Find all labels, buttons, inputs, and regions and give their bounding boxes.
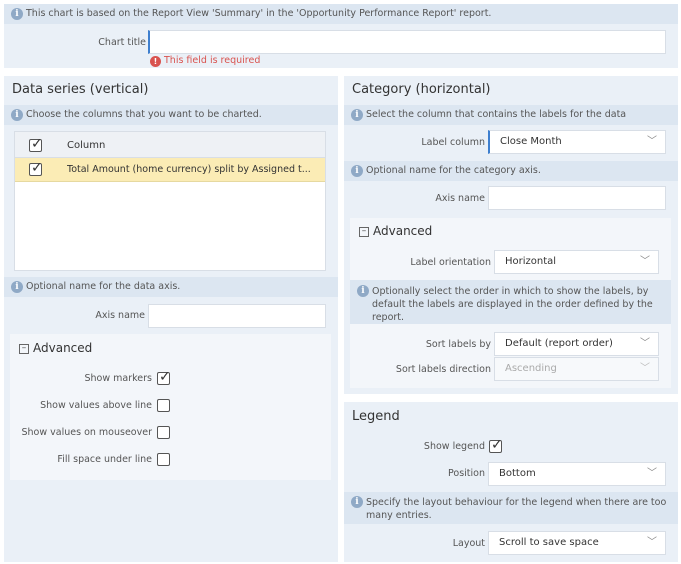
label-column-select[interactable]: Close Month ﹀: [488, 130, 666, 154]
chart-title-panel: i This chart is based on the Report View…: [4, 4, 678, 68]
category-advanced: – Advanced Label orientation Horizontal …: [350, 218, 671, 388]
data-series-title: Data series (vertical): [12, 82, 149, 97]
layout-label: Layout: [452, 538, 485, 549]
show-values-mouseover-checkbox[interactable]: [157, 426, 170, 439]
sort-labels-direction-select[interactable]: Ascending ﹀: [494, 357, 659, 381]
data-axis-name-label: Axis name: [95, 310, 145, 321]
label-orientation-select[interactable]: Horizontal ﹀: [494, 250, 659, 274]
chart-title-label: Chart title: [98, 37, 146, 48]
legend-panel: Legend Show legend ✓ Position Bottom ﹀ i…: [344, 402, 678, 562]
data-axis-info-text: Optional name for the data axis.: [26, 281, 181, 292]
show-legend-label: Show legend: [423, 441, 485, 452]
fill-space-label: Fill space under line: [57, 454, 152, 465]
category-title: Category (horizontal): [352, 82, 491, 97]
sort-labels-direction-value: Ascending: [505, 363, 557, 374]
report-info-text: This chart is based on the Report View '…: [26, 8, 492, 19]
label-orientation-value: Horizontal: [505, 256, 557, 267]
row-checkbox[interactable]: ✓: [29, 160, 43, 176]
show-values-above-label: Show values above line: [40, 400, 152, 411]
info-icon: i: [11, 281, 23, 293]
data-series-advanced: – Advanced Show markers ✓ Show values ab…: [10, 334, 331, 480]
info-icon: i: [351, 165, 363, 177]
chevron-down-icon: ﹀: [640, 256, 650, 267]
select-all-checkbox[interactable]: ✓: [29, 136, 43, 152]
label-column-value: Close Month: [500, 136, 562, 147]
sort-labels-by-label: Sort labels by: [425, 339, 491, 350]
collapse-icon[interactable]: –: [19, 344, 29, 354]
info-icon: i: [11, 8, 23, 20]
chevron-down-icon: ﹀: [647, 537, 657, 548]
sort-info-text: Optionally select the order in which to …: [372, 286, 653, 323]
show-values-mouseover-label: Show values on mouseover: [21, 427, 153, 438]
show-markers-label: Show markers: [84, 373, 153, 384]
show-values-above-checkbox[interactable]: [157, 399, 170, 412]
data-axis-info-bar: i Optional name for the data axis.: [4, 277, 338, 297]
chart-title-error: This field is required: [164, 55, 261, 66]
report-info-bar: i This chart is based on the Report View…: [4, 4, 678, 24]
category-advanced-title: Advanced: [373, 224, 433, 238]
error-icon: !: [150, 56, 161, 67]
data-series-info-bar: i Choose the columns that you want to be…: [4, 105, 338, 125]
data-axis-name-input[interactable]: [148, 304, 326, 328]
row-column-label: Total Amount (home currency) split by As…: [67, 164, 311, 175]
sort-labels-by-select[interactable]: Default (report order) ﹀: [494, 332, 659, 356]
label-column-label: Label column: [421, 137, 485, 148]
show-markers-checkbox[interactable]: ✓: [157, 369, 171, 385]
table-header: ✓ Column: [15, 132, 325, 158]
legend-title: Legend: [352, 409, 400, 424]
info-icon: i: [357, 285, 369, 297]
data-series-panel: Data series (vertical) i Choose the colu…: [4, 76, 338, 562]
chevron-down-icon: ﹀: [640, 338, 650, 349]
category-axis-name-label: Axis name: [435, 193, 485, 204]
label-orientation-label: Label orientation: [410, 257, 491, 268]
category-axis-name-input[interactable]: [488, 186, 666, 210]
data-series-info-text: Choose the columns that you want to be c…: [26, 109, 262, 120]
column-header: Column: [67, 140, 106, 151]
layout-info-text: Specify the layout behaviour for the leg…: [366, 497, 667, 521]
chart-title-input[interactable]: [148, 30, 666, 54]
check-icon: ✓: [31, 160, 43, 176]
table-row[interactable]: ✓ Total Amount (home currency) split by …: [15, 158, 325, 182]
info-icon: i: [351, 109, 363, 121]
position-select[interactable]: Bottom ﹀: [488, 462, 666, 486]
check-icon: ✓: [491, 437, 503, 453]
info-icon: i: [11, 109, 23, 121]
position-value: Bottom: [499, 468, 536, 479]
category-axis-info-bar: i Optional name for the category axis.: [344, 161, 678, 181]
layout-value: Scroll to save space: [499, 537, 599, 548]
chevron-down-icon: ﹀: [647, 468, 657, 479]
sort-labels-direction-label: Sort labels direction: [395, 364, 491, 375]
layout-select[interactable]: Scroll to save space ﹀: [488, 531, 666, 555]
category-panel: Category (horizontal) i Select the colum…: [344, 76, 678, 394]
chevron-down-icon: ﹀: [647, 136, 657, 147]
collapse-icon[interactable]: –: [359, 227, 369, 237]
sort-info-box: i Optionally select the order in which t…: [350, 280, 671, 324]
position-label: Position: [448, 468, 485, 479]
check-icon: ✓: [31, 136, 43, 152]
chevron-down-icon: ﹀: [640, 363, 650, 374]
show-legend-checkbox[interactable]: ✓: [489, 437, 503, 453]
fill-space-checkbox[interactable]: [157, 453, 170, 466]
columns-table: ✓ Column ✓ Total Amount (home currency) …: [14, 131, 326, 271]
check-icon: ✓: [159, 369, 171, 385]
layout-info-box: i Specify the layout behaviour for the l…: [344, 492, 678, 524]
category-info-text: Select the column that contains the labe…: [366, 109, 627, 120]
sort-labels-by-value: Default (report order): [505, 338, 613, 349]
data-series-advanced-title: Advanced: [33, 341, 93, 355]
category-info-bar: i Select the column that contains the la…: [344, 105, 678, 125]
category-axis-info-text: Optional name for the category axis.: [366, 165, 541, 176]
info-icon: i: [351, 496, 363, 508]
